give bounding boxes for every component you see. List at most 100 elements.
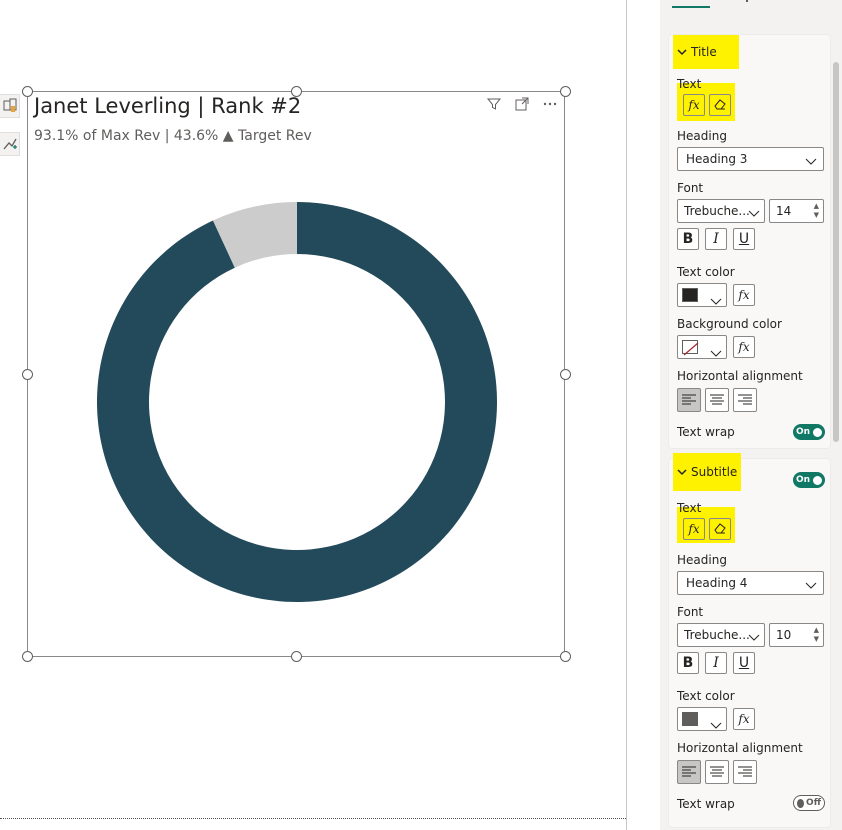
subtitle-fx-button[interactable]: fx bbox=[683, 518, 705, 540]
title-italic-button[interactable]: I bbox=[705, 228, 727, 250]
subtitle-text-color-label: Text color bbox=[677, 689, 735, 703]
visual-subtitle: 93.1% of Max Rev | 43.6% ▲ Target Rev bbox=[34, 128, 312, 144]
subtitle-font-value: Trebuche... bbox=[684, 628, 750, 642]
chevron-down-icon bbox=[748, 630, 760, 644]
subtitle-heading-value: Heading 4 bbox=[686, 576, 748, 590]
resize-handle-top-left[interactable] bbox=[22, 86, 33, 97]
subtitle-card: Subtitle On Text fx Heading Heading 4 Fo… bbox=[668, 453, 831, 828]
subtitle-text-color-picker[interactable] bbox=[677, 707, 727, 731]
align-right-icon[interactable] bbox=[733, 388, 757, 412]
pane-gutter bbox=[627, 0, 659, 830]
resize-handle-left[interactable] bbox=[22, 369, 33, 380]
filter-icon[interactable] bbox=[486, 96, 502, 112]
title-font-size-input[interactable]: 14 ▲ ▼ bbox=[769, 199, 824, 223]
subtitle-font-size-value: 10 bbox=[776, 628, 792, 642]
donut-chart bbox=[96, 202, 497, 602]
title-bg-color-picker[interactable] bbox=[677, 335, 727, 359]
chevron-down-icon bbox=[805, 578, 817, 592]
subtitle-text-color-fx-button[interactable]: fx bbox=[733, 708, 755, 730]
chevron-down-icon bbox=[710, 342, 722, 361]
color-swatch bbox=[682, 288, 698, 302]
resize-handle-bottom[interactable] bbox=[291, 651, 302, 662]
title-card-label: Title bbox=[691, 45, 717, 59]
title-text-wrap-label: Text wrap bbox=[677, 425, 735, 439]
title-bg-color-label: Background color bbox=[677, 317, 782, 331]
subtitle-visibility-toggle[interactable]: On bbox=[793, 472, 825, 488]
align-left-icon[interactable] bbox=[677, 760, 701, 784]
title-heading-value: Heading 3 bbox=[686, 152, 748, 166]
resize-handle-top-right[interactable] bbox=[560, 86, 571, 97]
title-text-label: Text bbox=[677, 77, 702, 91]
visual-side-toolbar bbox=[0, 94, 20, 170]
no-color-swatch-icon bbox=[682, 340, 699, 356]
chevron-down-icon bbox=[710, 714, 722, 733]
chevron-down-icon bbox=[677, 45, 687, 59]
toggle-knob bbox=[813, 475, 822, 485]
align-left-icon[interactable] bbox=[677, 388, 701, 412]
subtitle-italic-button[interactable]: I bbox=[705, 652, 727, 674]
visual-header-icons bbox=[486, 96, 558, 112]
title-text-color-picker[interactable] bbox=[677, 283, 727, 307]
subtitle-font-label: Font bbox=[677, 605, 704, 619]
align-center-icon[interactable] bbox=[705, 760, 729, 784]
title-font-label: Font bbox=[677, 181, 704, 195]
chevron-down-icon bbox=[710, 290, 722, 309]
chevron-down-icon bbox=[748, 206, 760, 220]
title-font-dropdown[interactable]: Trebuche... bbox=[677, 199, 765, 223]
analytics-icon[interactable] bbox=[0, 132, 20, 156]
subtitle-heading-dropdown[interactable]: Heading 4 bbox=[677, 571, 824, 595]
title-heading-label: Heading bbox=[677, 129, 727, 143]
resize-handle-bottom-right[interactable] bbox=[560, 651, 571, 662]
subtitle-font-dropdown[interactable]: Trebuche... bbox=[677, 623, 765, 647]
spinner-icon[interactable]: ▲ ▼ bbox=[814, 202, 819, 220]
title-font-size-value: 14 bbox=[776, 204, 792, 218]
subtitle-text-wrap-label: Text wrap bbox=[677, 797, 735, 811]
spinner-icon[interactable]: ▲ ▼ bbox=[814, 626, 819, 644]
subtitle-card-header[interactable]: Subtitle bbox=[673, 453, 741, 491]
title-card: Title Text fx Heading Heading 3 Font Tre… bbox=[668, 34, 831, 449]
subtitle-font-size-input[interactable]: 10 ▲ ▼ bbox=[769, 623, 824, 647]
donut-slice-0[interactable] bbox=[96, 202, 497, 602]
format-painter-icon[interactable] bbox=[0, 94, 20, 118]
subtitle-bold-button[interactable]: B bbox=[677, 652, 699, 674]
subtitle-eraser-button[interactable] bbox=[709, 518, 731, 540]
format-pane-scrollbar[interactable] bbox=[833, 62, 839, 442]
chevron-down-icon bbox=[677, 465, 687, 479]
more-options-icon[interactable] bbox=[542, 96, 558, 112]
toggle-knob bbox=[813, 427, 822, 437]
title-text-color-label: Text color bbox=[677, 265, 735, 279]
focus-mode-icon[interactable] bbox=[514, 96, 530, 112]
title-h-align-label: Horizontal alignment bbox=[677, 369, 803, 383]
title-underline-button[interactable]: U bbox=[733, 228, 755, 250]
title-fx-button[interactable]: fx bbox=[683, 94, 705, 116]
title-text-wrap-toggle[interactable]: On bbox=[793, 424, 825, 440]
subtitle-underline-button[interactable]: U bbox=[733, 652, 755, 674]
format-pane: Title Text fx Heading Heading 3 Font Tre… bbox=[660, 0, 842, 830]
toggle-state: Off bbox=[806, 798, 821, 808]
format-tab-indicator bbox=[672, 6, 710, 8]
color-swatch bbox=[682, 712, 698, 726]
toggle-knob bbox=[797, 798, 805, 808]
toggle-state: On bbox=[796, 427, 811, 437]
toggle-state: On bbox=[796, 475, 811, 485]
align-center-icon[interactable] bbox=[705, 388, 729, 412]
resize-handle-right[interactable] bbox=[560, 369, 571, 380]
title-bg-color-fx-button[interactable]: fx bbox=[733, 336, 755, 358]
donut-visual[interactable]: Janet Leverling | Rank #2 93.1% of Max R… bbox=[22, 86, 571, 662]
title-eraser-button[interactable] bbox=[709, 94, 731, 116]
visual-title: Janet Leverling | Rank #2 bbox=[34, 94, 302, 118]
report-canvas: Janet Leverling | Rank #2 93.1% of Max R… bbox=[0, 0, 626, 830]
resize-handle-bottom-left[interactable] bbox=[22, 651, 33, 662]
subtitle-heading-label: Heading bbox=[677, 553, 727, 567]
title-font-value: Trebuche... bbox=[684, 204, 750, 218]
title-text-color-fx-button[interactable]: fx bbox=[733, 284, 755, 306]
title-card-header[interactable]: Title bbox=[673, 35, 739, 69]
title-heading-dropdown[interactable]: Heading 3 bbox=[677, 147, 824, 171]
subtitle-h-align-label: Horizontal alignment bbox=[677, 741, 803, 755]
eraser-icon bbox=[713, 521, 727, 538]
align-right-icon[interactable] bbox=[733, 760, 757, 784]
title-bold-button[interactable]: B bbox=[677, 228, 699, 250]
resize-handle-top[interactable] bbox=[291, 86, 302, 97]
subtitle-text-wrap-toggle[interactable]: Off bbox=[793, 795, 825, 811]
canvas-page-boundary bbox=[0, 818, 626, 819]
